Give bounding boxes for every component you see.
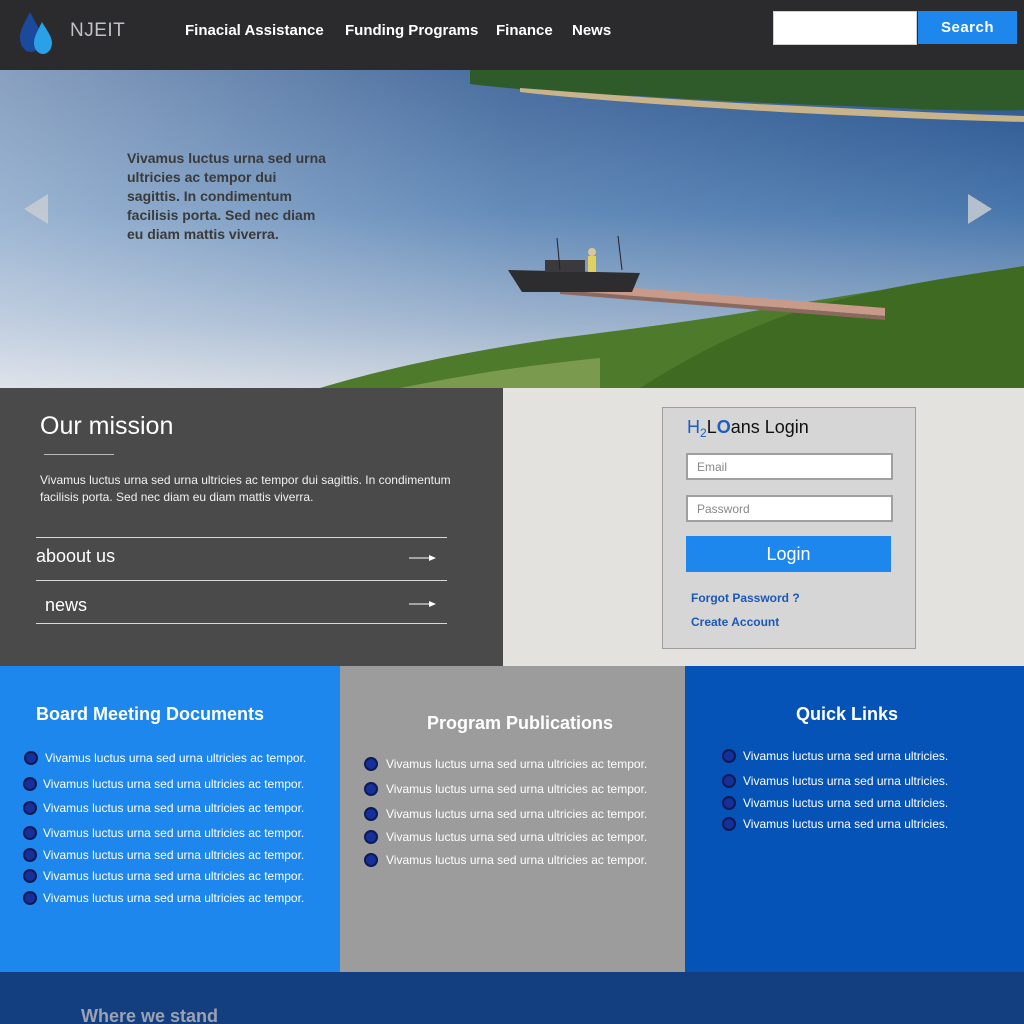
title-underline bbox=[44, 454, 114, 455]
about-us-label: aboout us bbox=[36, 546, 116, 566]
bullet-icon bbox=[364, 757, 378, 771]
title-o: O bbox=[716, 417, 731, 437]
mission-section: Our mission Vivamus luctus urna sed urna… bbox=[0, 388, 503, 666]
list-item-text[interactable]: Vivamus luctus urna sed urna ultricies. bbox=[743, 773, 948, 789]
where-we-stand-section: Where we stand bbox=[0, 972, 1024, 1024]
list-item-text[interactable]: Vivamus luctus urna sed urna ultricies a… bbox=[43, 776, 304, 792]
login-button[interactable]: Login bbox=[686, 536, 891, 572]
bullet-icon bbox=[23, 891, 37, 905]
bullet-icon bbox=[364, 830, 378, 844]
bullet-icon bbox=[23, 848, 37, 862]
brand-name[interactable]: NJEIT bbox=[70, 20, 125, 42]
nav-financial-assistance[interactable]: Finacial Assistance bbox=[185, 22, 324, 39]
bullet-icon bbox=[364, 807, 378, 821]
list-item-text[interactable]: Vivamus luctus urna sed urna ultricies a… bbox=[43, 868, 304, 884]
bullet-icon bbox=[364, 853, 378, 867]
title-h: H bbox=[687, 417, 700, 437]
title-subscript: 2 bbox=[700, 426, 707, 440]
news-link[interactable]: news bbox=[36, 580, 447, 624]
list-item-text[interactable]: Vivamus luctus urna sed urna ultricies a… bbox=[43, 847, 304, 863]
hero-slider: Vivamus luctus urna sed urna ultricies a… bbox=[0, 70, 1024, 388]
arrow-right-icon bbox=[409, 601, 436, 607]
list-item-text[interactable]: Vivamus luctus urna sed urna ultricies a… bbox=[43, 825, 304, 841]
bullet-icon bbox=[722, 796, 736, 810]
forgot-password-link[interactable]: Forgot Password ? bbox=[691, 591, 800, 605]
search-button[interactable]: Search bbox=[918, 11, 1017, 44]
email-field[interactable] bbox=[686, 453, 893, 480]
triangle-left-icon[interactable] bbox=[22, 192, 52, 226]
bullet-icon bbox=[364, 782, 378, 796]
login-section: H2LOans Login Login Forgot Password ? Cr… bbox=[503, 388, 1024, 666]
create-account-link[interactable]: Create Account bbox=[691, 615, 779, 629]
quick-links: Quick Links Vivamus luctus urna sed urna… bbox=[685, 666, 1024, 972]
nav-funding-programs[interactable]: Funding Programs bbox=[345, 22, 478, 39]
password-field[interactable] bbox=[686, 495, 893, 522]
title-rest: ans Login bbox=[730, 417, 809, 437]
program-publications: Program Publications Vivamus luctus urna… bbox=[340, 666, 685, 972]
list-item-text[interactable]: Vivamus luctus urna sed urna ultricies. bbox=[743, 748, 948, 764]
triangle-right-icon[interactable] bbox=[964, 192, 994, 226]
nav-news[interactable]: News bbox=[572, 22, 611, 39]
login-title: H2LOans Login bbox=[687, 417, 809, 440]
mission-title: Our mission bbox=[40, 412, 174, 440]
water-drops-icon[interactable] bbox=[18, 10, 54, 56]
bullet-icon bbox=[23, 826, 37, 840]
mission-text: Vivamus luctus urna sed urna ultricies a… bbox=[40, 473, 451, 504]
news-label: news bbox=[45, 595, 88, 615]
title-l: L bbox=[706, 417, 717, 437]
list-item-text[interactable]: Vivamus luctus urna sed urna ultricies a… bbox=[386, 781, 647, 797]
bullet-icon bbox=[722, 749, 736, 763]
list-item-text[interactable]: Vivamus luctus urna sed urna ultricies a… bbox=[43, 890, 304, 906]
hero-caption: Vivamus luctus urna sed urna ultricies a… bbox=[127, 150, 326, 242]
list-item-text[interactable]: Vivamus luctus urna sed urna ultricies a… bbox=[386, 829, 647, 845]
list-item-text[interactable]: Vivamus luctus urna sed urna ultricies. bbox=[743, 795, 948, 811]
search-input[interactable] bbox=[773, 11, 917, 45]
list-item-text[interactable]: Vivamus luctus urna sed urna ultricies a… bbox=[386, 852, 647, 868]
login-panel: H2LOans Login Login Forgot Password ? Cr… bbox=[662, 407, 916, 649]
list-item-text[interactable]: Vivamus luctus urna sed urna ultricies a… bbox=[45, 750, 306, 766]
section-title: Where we stand bbox=[81, 1006, 219, 1024]
list-item-text[interactable]: Vivamus luctus urna sed urna ultricies a… bbox=[43, 800, 304, 816]
column-title: Board Meeting Documents bbox=[36, 704, 265, 724]
bullet-icon bbox=[722, 817, 736, 831]
bullet-icon bbox=[23, 801, 37, 815]
list-item-text[interactable]: Vivamus luctus urna sed urna ultricies. bbox=[743, 816, 948, 832]
column-title: Program Publications bbox=[427, 713, 614, 733]
board-meeting-documents: Board Meeting Documents Vivamus luctus u… bbox=[0, 666, 340, 972]
about-us-link[interactable]: aboout us bbox=[36, 537, 447, 581]
bullet-icon bbox=[24, 751, 38, 765]
nav-finance[interactable]: Finance bbox=[496, 22, 553, 39]
bullet-icon bbox=[23, 777, 37, 791]
bullet-icon bbox=[722, 774, 736, 788]
arrow-right-icon bbox=[409, 555, 436, 561]
column-title: Quick Links bbox=[796, 704, 899, 724]
bullet-icon bbox=[23, 869, 37, 883]
list-item-text[interactable]: Vivamus luctus urna sed urna ultricies a… bbox=[386, 756, 647, 772]
list-item-text[interactable]: Vivamus luctus urna sed urna ultricies a… bbox=[386, 806, 647, 822]
site-header: NJEIT Finacial Assistance Funding Progra… bbox=[0, 0, 1024, 70]
